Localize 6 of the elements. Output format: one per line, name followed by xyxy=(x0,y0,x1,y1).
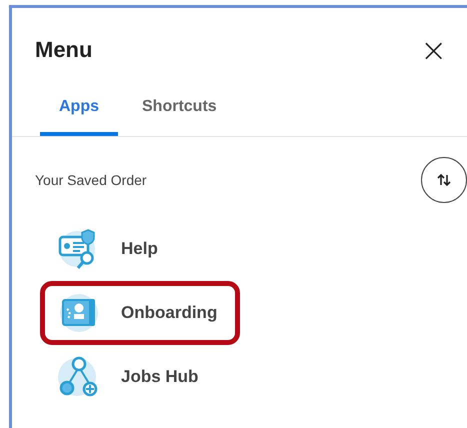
section-label: Your Saved Order xyxy=(35,172,147,188)
tab[interactable]: Apps xyxy=(40,92,118,136)
tab[interactable]: Shortcuts xyxy=(130,92,229,136)
close-button[interactable]: × xyxy=(416,34,451,66)
app-item[interactable]: Onboarding xyxy=(40,281,240,345)
menu-title: Menu xyxy=(35,37,92,63)
